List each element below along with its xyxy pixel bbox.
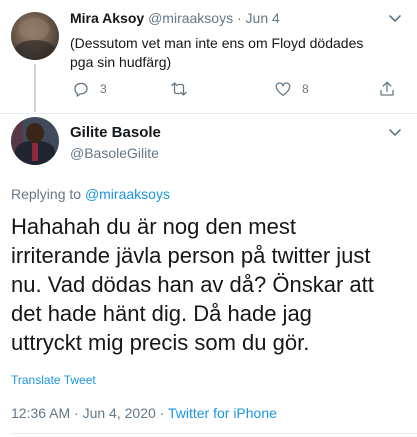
avatar-shape xyxy=(26,123,44,143)
share-icon xyxy=(380,81,394,96)
tweet-actions: 3 8 xyxy=(62,78,412,100)
tweet-text: (Dessutom vet man inte ens om Floyd döda… xyxy=(70,34,390,72)
parent-tweet[interactable]: Mira Aksoy @miraaksoys · Jun 4 (Dessutom… xyxy=(0,0,417,112)
replying-to-link[interactable]: @miraaksoys xyxy=(85,186,170,202)
avatar-shape xyxy=(32,143,38,161)
replying-to: Replying to @miraaksoys xyxy=(11,186,170,202)
tweet-text-line: (Dessutom vet man inte ens om Floyd döda… xyxy=(70,35,364,51)
share-button[interactable] xyxy=(378,78,396,100)
translate-tweet-link[interactable]: Translate Tweet xyxy=(11,373,96,387)
display-name[interactable]: Mira Aksoy xyxy=(70,10,144,26)
tweet-date[interactable]: Jun 4 xyxy=(246,10,280,26)
reply-icon xyxy=(74,82,88,97)
like-count: 8 xyxy=(302,82,309,96)
display-name[interactable]: Gilite Basole xyxy=(70,124,161,141)
avatar-shape xyxy=(19,18,49,40)
tweet-text-line: nu. Vad dödas han av då? Önskar att xyxy=(11,272,374,297)
tweet-text-line: pga sin hudfärg) xyxy=(70,54,172,70)
tweet-text-line: Hahahah du är nog den mest xyxy=(11,214,296,239)
user-handle[interactable]: @miraaksoys xyxy=(148,10,233,26)
retweet-icon xyxy=(171,82,187,96)
like-button[interactable]: 8 xyxy=(274,78,309,100)
divider xyxy=(11,433,417,434)
tweet-timestamp[interactable]: 12:36 AM · Jun 4, 2020 · xyxy=(11,405,164,421)
tweet-text-line: uttryckt mig precis som du gör. xyxy=(11,330,310,355)
reply-count: 3 xyxy=(100,82,107,96)
chevron-down-icon[interactable] xyxy=(387,10,403,26)
avatar-shape xyxy=(15,40,55,60)
chevron-down-icon[interactable] xyxy=(387,124,403,140)
separator: · xyxy=(236,10,242,26)
divider xyxy=(0,113,417,114)
avatar[interactable] xyxy=(11,117,59,165)
tweet-text-line: irriterande jävla person på twitter just xyxy=(11,243,371,268)
reply-button[interactable]: 3 xyxy=(72,78,107,100)
replying-to-label: Replying to xyxy=(11,186,82,202)
tweet-text-line: det hade hänt dig. Då hade jag xyxy=(11,301,312,326)
like-icon xyxy=(275,82,291,97)
tweet-header: Mira Aksoy @miraaksoys · Jun 4 xyxy=(70,10,280,26)
tweet-text: Hahahah du är nog den mest irriterande j… xyxy=(11,212,411,357)
user-handle[interactable]: @BasoleGilite xyxy=(70,145,159,161)
thread-line xyxy=(34,64,36,112)
tweet-meta: 12:36 AM · Jun 4, 2020 · Twitter for iPh… xyxy=(11,405,277,421)
tweet-source-link[interactable]: Twitter for iPhone xyxy=(168,405,277,421)
avatar[interactable] xyxy=(11,12,59,60)
retweet-button[interactable] xyxy=(170,78,198,100)
